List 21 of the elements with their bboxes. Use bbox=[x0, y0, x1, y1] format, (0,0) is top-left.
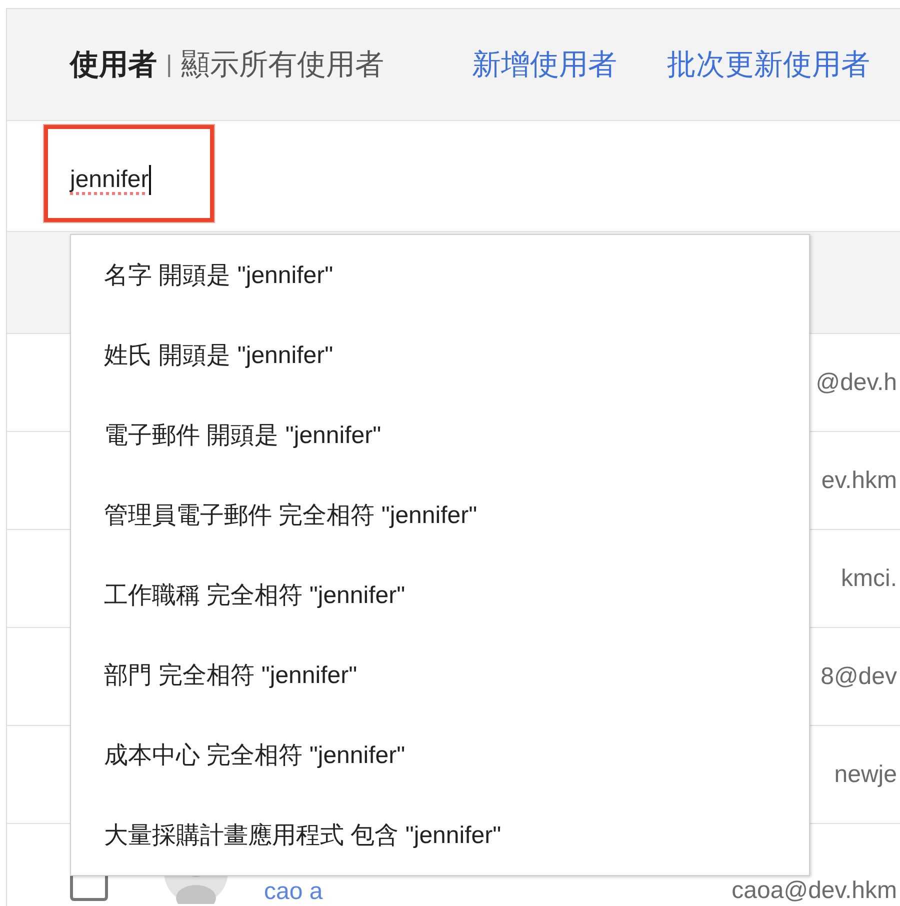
email-text: ev.hkm bbox=[821, 468, 898, 494]
suggestion-item[interactable]: 姓氏 開頭是 "jennifer" bbox=[71, 315, 809, 395]
email-text: 8@dev bbox=[820, 664, 898, 690]
suggestion-item[interactable]: 部門 完全相符 "jennifer" bbox=[71, 635, 809, 715]
suggestion-item[interactable]: 電子郵件 開頭是 "jennifer" bbox=[71, 395, 809, 475]
suggestion-item[interactable]: 成本中心 完全相符 "jennifer" bbox=[71, 715, 809, 795]
suggestion-item[interactable]: 名字 開頭是 "jennifer" bbox=[71, 235, 809, 315]
title-separator: | bbox=[166, 50, 172, 78]
header-link[interactable]: 批次更新使用者 bbox=[667, 44, 870, 84]
email-text: @dev.h bbox=[816, 370, 898, 396]
search-field[interactable]: jennifer bbox=[44, 125, 214, 222]
suggestion-item[interactable]: 管理員電子郵件 完全相符 "jennifer" bbox=[71, 475, 809, 555]
email-text: kmci. bbox=[841, 566, 898, 592]
email-text: caoa@dev.hkm bbox=[732, 878, 898, 904]
suggestion-item[interactable]: 大量採購計畫應用程式 包含 "jennifer" bbox=[71, 795, 809, 875]
page-title: 使用者 bbox=[70, 48, 157, 82]
suggestion-item[interactable]: 工作職稱 完全相符 "jennifer" bbox=[71, 555, 809, 635]
email-text: newje bbox=[834, 762, 898, 788]
header-link[interactable]: 新增使用者 bbox=[472, 44, 618, 84]
user-name-link[interactable]: cao a bbox=[264, 880, 323, 904]
view-label: 顯示所有使用者 bbox=[181, 48, 384, 82]
